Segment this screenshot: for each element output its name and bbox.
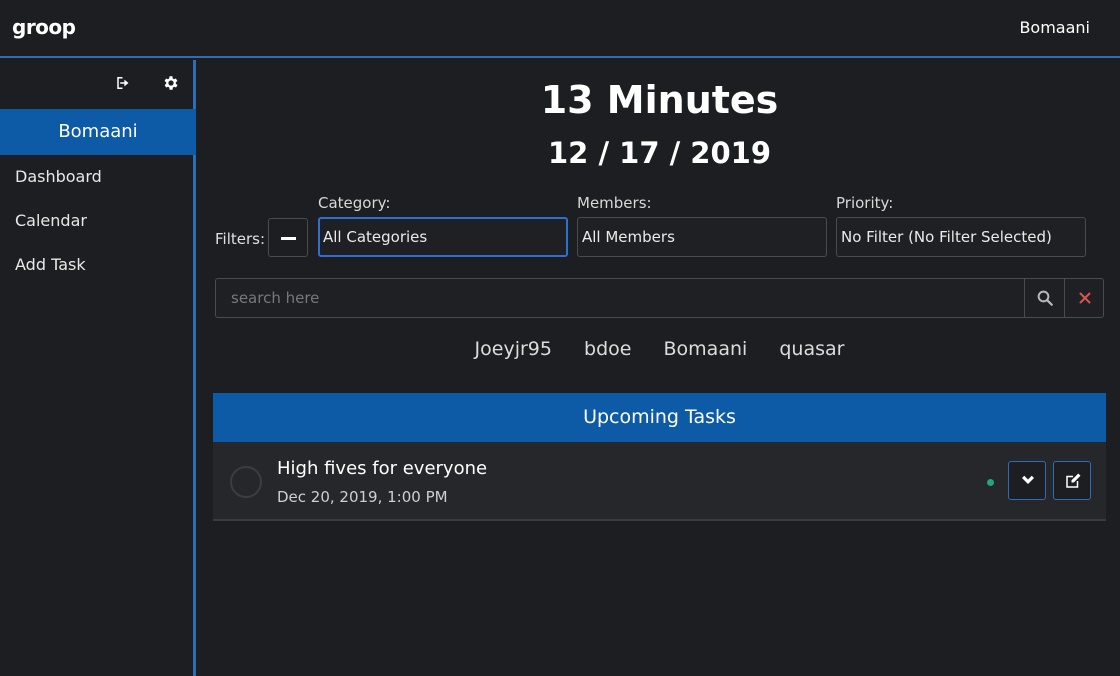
sidebar-item-calendar[interactable]: Calendar <box>15 211 87 230</box>
top-navbar: groop Bomaani <box>0 0 1120 58</box>
chevron-down-icon <box>1022 475 1034 484</box>
sign-out-icon[interactable] <box>112 74 134 96</box>
task-item: High fives for everyone Dec 20, 2019, 1:… <box>213 442 1106 521</box>
priority-label: Priority: <box>836 194 894 212</box>
gear-icon[interactable] <box>162 74 184 96</box>
task-date: Dec 20, 2019, 1:00 PM <box>277 488 448 506</box>
priority-select[interactable]: No Filter (No Filter Selected) <box>836 217 1086 257</box>
category-select[interactable]: All Categories <box>318 217 568 257</box>
members-select[interactable]: All Members <box>577 217 827 257</box>
member-name[interactable]: bdoe <box>584 338 631 360</box>
member-name[interactable]: quasar <box>779 338 844 360</box>
clear-search-button[interactable] <box>1064 279 1104 317</box>
top-user-name[interactable]: Bomaani <box>1019 18 1090 37</box>
members-label: Members: <box>577 194 652 212</box>
sidebar-item-dashboard[interactable]: Dashboard <box>15 167 102 186</box>
collapse-filters-button[interactable] <box>268 218 308 257</box>
search-bar <box>215 278 1104 318</box>
search-button[interactable] <box>1024 279 1064 317</box>
close-icon <box>1079 292 1091 304</box>
minus-icon <box>281 237 296 240</box>
task-title: High fives for everyone <box>277 458 488 479</box>
expand-task-button[interactable] <box>1008 461 1046 500</box>
search-icon <box>1037 290 1053 306</box>
sidebar-item-add-task[interactable]: Add Task <box>15 255 86 274</box>
date-heading: 12 / 17 / 2019 <box>548 136 771 170</box>
edit-task-button[interactable] <box>1053 461 1091 500</box>
member-name[interactable]: Joeyjr95 <box>475 338 552 360</box>
edit-icon <box>1066 473 1081 488</box>
time-until-heading: 13 Minutes <box>540 78 779 122</box>
filters-label: Filters: <box>215 230 266 248</box>
main-content: 13 Minutes 12 / 17 / 2019 Filters: Categ… <box>199 60 1120 676</box>
member-name[interactable]: Bomaani <box>664 338 748 360</box>
sidebar-user[interactable]: Bomaani <box>0 109 196 155</box>
category-label: Category: <box>318 194 391 212</box>
sidebar: Bomaani Dashboard Calendar Add Task <box>0 60 196 676</box>
task-complete-checkbox[interactable] <box>230 466 262 498</box>
upcoming-tasks-header: Upcoming Tasks <box>213 393 1106 442</box>
search-input[interactable] <box>216 279 1024 317</box>
priority-dot-icon <box>987 479 994 486</box>
sidebar-icon-row <box>0 74 196 104</box>
members-list: Joeyjr95 bdoe Bomaani quasar <box>199 338 1120 360</box>
brand-logo[interactable]: groop <box>12 15 76 39</box>
